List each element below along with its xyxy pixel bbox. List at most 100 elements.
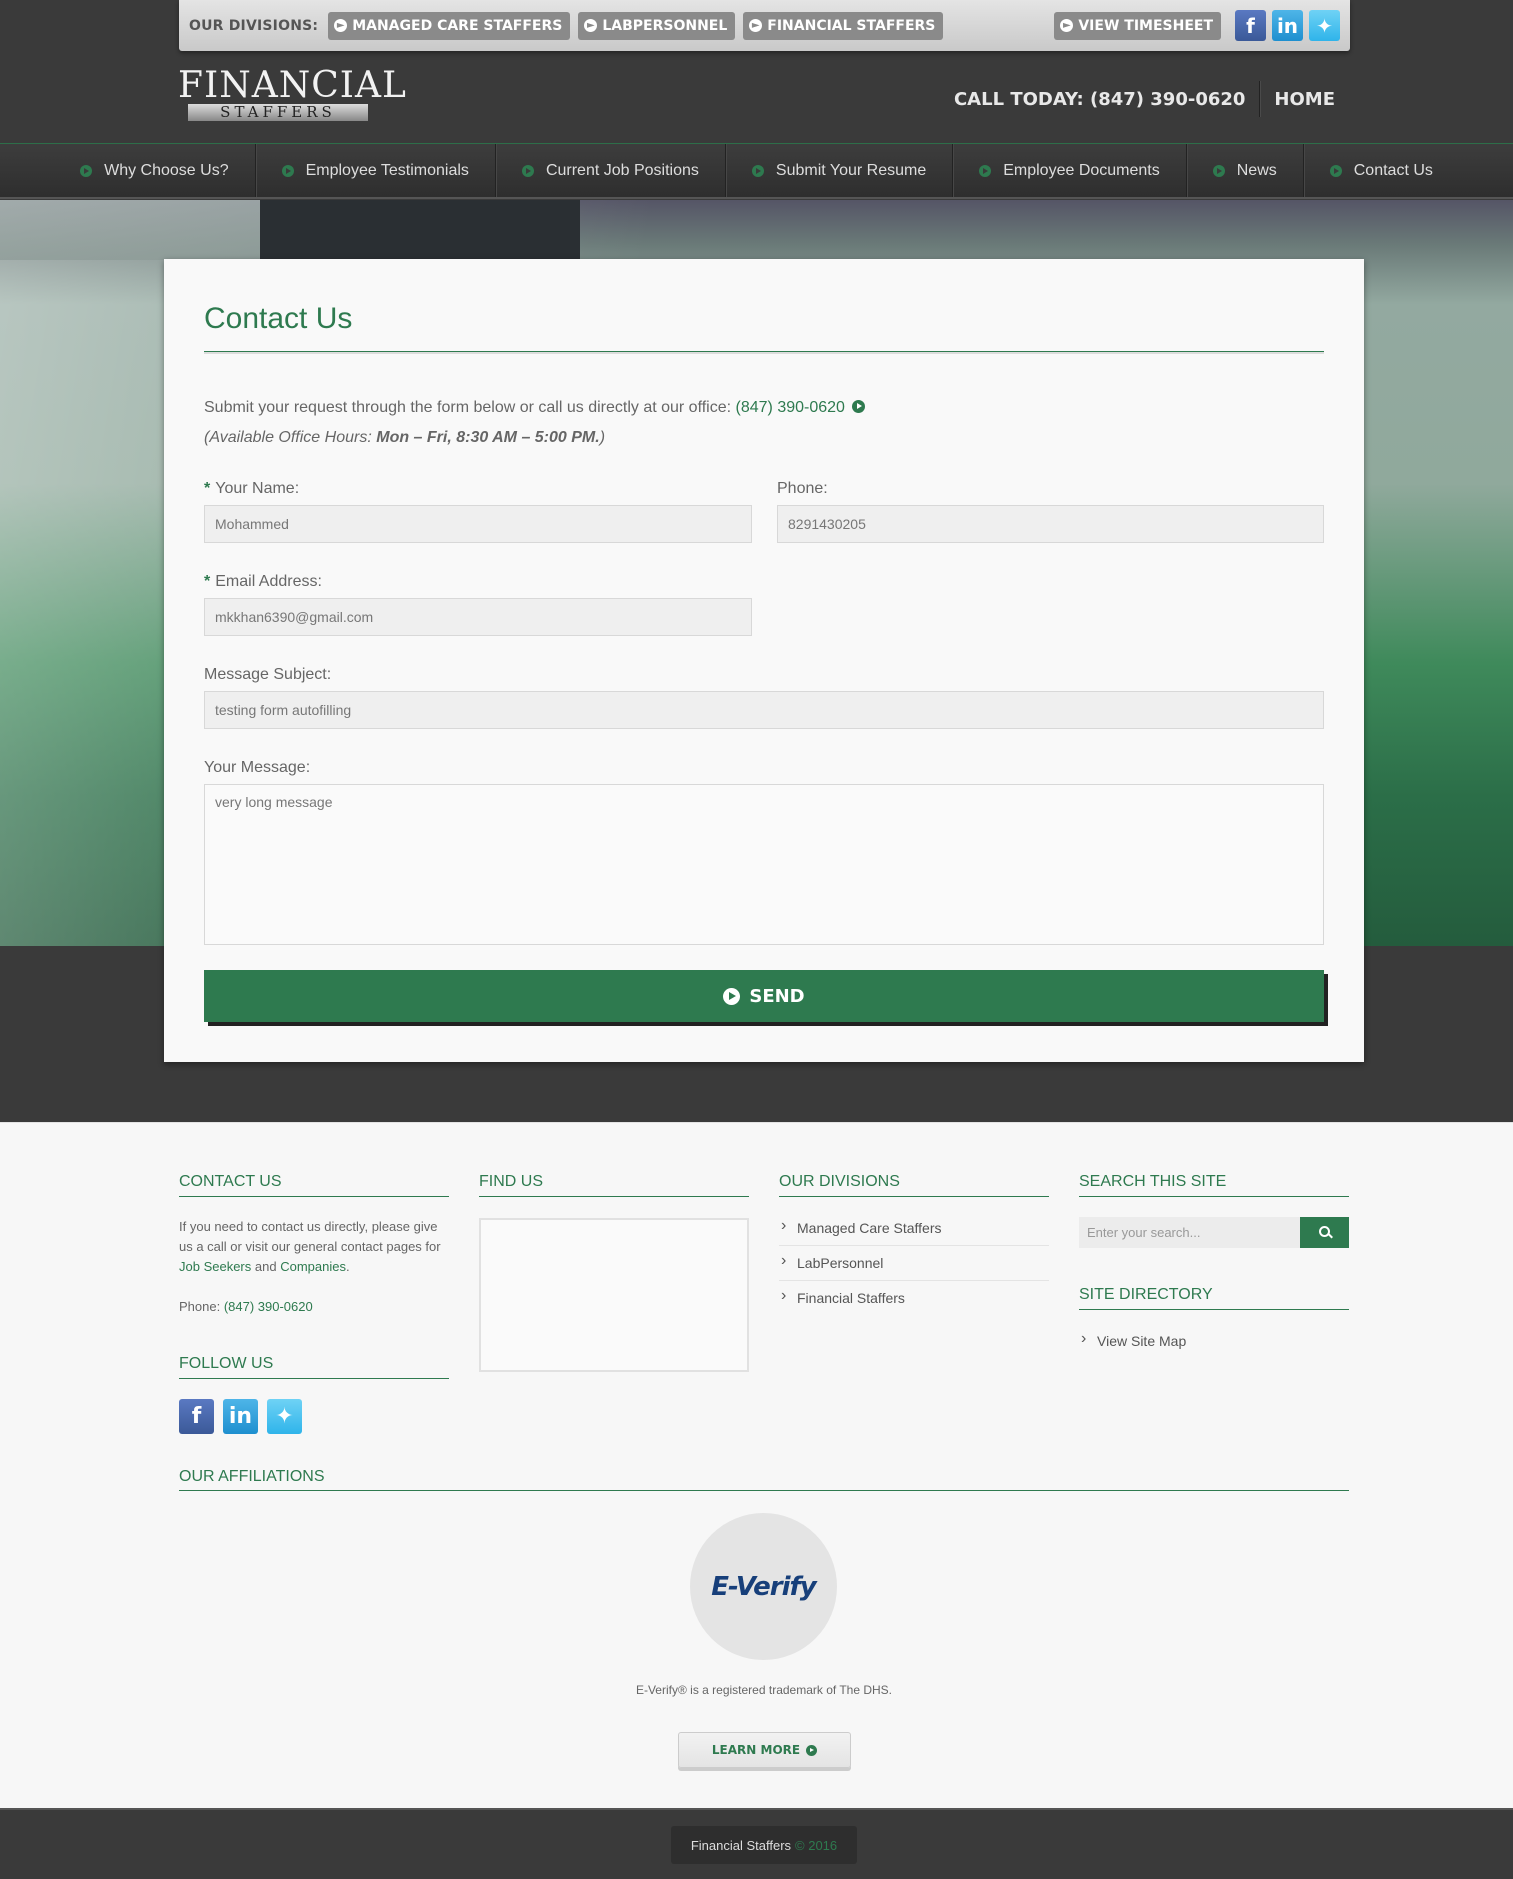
name-label: * Your Name:	[204, 480, 299, 498]
learn-more-button[interactable]: LEARN MORE	[678, 1732, 851, 1768]
phone-label: Phone:	[777, 480, 828, 497]
directory-list: View Site Map	[1079, 1324, 1349, 1358]
and-word: and	[254, 1259, 277, 1274]
site-footer: CONTACT US If you need to contact us dir…	[0, 1122, 1513, 1808]
send-button[interactable]: SEND	[204, 970, 1324, 1022]
division-label: MANAGED CARE STAFFERS	[352, 17, 563, 34]
division-label: FINANCIAL STAFFERS	[767, 17, 936, 34]
nav-label: Contact Us	[1353, 161, 1433, 179]
name-label-text: Your Name:	[215, 480, 300, 497]
message-label: Your Message:	[204, 759, 311, 776]
footer-contact-column: CONTACT US If you need to contact us dir…	[179, 1173, 449, 1434]
our-divisions-heading: OUR DIVISIONS	[779, 1173, 1049, 1197]
chevron-circle-icon	[979, 164, 992, 177]
affiliations-heading: OUR AFFILIATIONS	[179, 1468, 1349, 1491]
map-embed[interactable]	[479, 1218, 749, 1372]
phone-field[interactable]: 8291430205	[777, 505, 1324, 543]
list-item[interactable]: Financial Staffers	[779, 1281, 1049, 1315]
footer-search-column: SEARCH THIS SITE Enter your search... SI…	[1079, 1173, 1349, 1358]
facebook-icon[interactable]: f	[179, 1399, 214, 1434]
linkedin-icon[interactable]: in	[223, 1399, 258, 1434]
site-header: FINANCIAL STAFFERS CALL TODAY: (847) 390…	[0, 51, 1513, 143]
footer-phone: Phone: (847) 390-0620	[179, 1297, 449, 1317]
chevron-circle-icon	[281, 164, 294, 177]
site-logo[interactable]: FINANCIAL STAFFERS	[178, 65, 407, 121]
hours-value: Mon – Fri, 8:30 AM – 5:00 PM.	[376, 429, 600, 446]
everify-note: E-Verify® is a registered trademark of T…	[635, 1683, 893, 1697]
chevron-circle-icon	[751, 164, 764, 177]
footer-social-links: f in ✦	[179, 1399, 449, 1434]
division-managed-care-button[interactable]: ► MANAGED CARE STAFFERS	[328, 11, 571, 40]
division-financial-staffers-button[interactable]: ► FINANCIAL STAFFERS	[743, 11, 944, 40]
chevron-circle-icon	[852, 400, 866, 413]
call-today-text: CALL TODAY: (847) 390-0620	[953, 88, 1246, 110]
twitter-icon[interactable]: ✦	[267, 1399, 302, 1434]
name-field[interactable]: Mohammed	[204, 505, 752, 543]
nav-label: Current Job Positions	[545, 161, 699, 179]
view-site-map-link[interactable]: View Site Map	[1079, 1324, 1349, 1358]
contact-form-card: Contact Us Submit your request through t…	[164, 259, 1364, 1062]
logo-main-text: FINANCIAL	[178, 65, 407, 106]
main-nav: Why Choose Us? Employee Testimonials Cur…	[0, 143, 1513, 199]
nav-label: Employee Testimonials	[305, 161, 469, 179]
site-directory-heading: SITE DIRECTORY	[1079, 1286, 1349, 1310]
chevron-circle-icon	[723, 987, 741, 1005]
nav-item-why-choose-us[interactable]: Why Choose Us?	[54, 144, 256, 197]
nav-label: News	[1236, 161, 1277, 179]
footer-contact-heading: CONTACT US	[179, 1173, 449, 1197]
facebook-icon[interactable]: f	[1235, 10, 1266, 41]
nav-label: Submit Your Resume	[775, 161, 927, 179]
home-link[interactable]: HOME	[1274, 89, 1335, 110]
footer-find-column: FIND US	[479, 1173, 749, 1372]
chevron-circle-icon	[1329, 164, 1342, 177]
chevron-circle-icon: ►	[334, 19, 348, 32]
timesheet-label: VIEW TIMESHEET	[1078, 17, 1213, 34]
chevron-circle-icon: ►	[749, 19, 763, 32]
contact-sentence: If you need to contact us directly, plea…	[179, 1219, 441, 1254]
nav-item-current-job-positions[interactable]: Current Job Positions	[496, 144, 726, 197]
search-input[interactable]: Enter your search...	[1079, 1217, 1300, 1248]
message-textarea[interactable]: very long message	[204, 784, 1324, 945]
list-item[interactable]: Managed Care Staffers	[779, 1211, 1049, 1246]
subject-label: Message Subject:	[204, 666, 332, 683]
email-label-text: Email Address:	[215, 573, 322, 590]
nav-item-employee-documents[interactable]: Employee Documents	[953, 144, 1187, 197]
copyright-year: © 2016	[795, 1837, 838, 1853]
hours-prefix: (Available Office Hours:	[204, 429, 372, 446]
subject-field[interactable]: testing form autofilling	[204, 691, 1324, 729]
twitter-icon[interactable]: ✦	[1309, 10, 1340, 41]
division-label: LABPERSONNEL	[602, 17, 728, 34]
view-timesheet-button[interactable]: ► VIEW TIMESHEET	[1054, 11, 1221, 40]
office-hours: (Available Office Hours: Mon – Fri, 8:30…	[204, 429, 605, 447]
hours-suffix: )	[599, 429, 606, 446]
follow-us-heading: FOLLOW US	[179, 1355, 449, 1379]
title-divider	[204, 351, 1324, 354]
page-title: Contact Us	[204, 302, 353, 335]
search-icon[interactable]	[1300, 1217, 1349, 1248]
footer-phone-link[interactable]: (847) 390-0620	[224, 1299, 313, 1314]
nav-item-submit-resume[interactable]: Submit Your Resume	[726, 144, 954, 197]
footer-divisions-column: OUR DIVISIONS Managed Care Staffers LabP…	[779, 1173, 1049, 1315]
learn-more-label: LEARN MORE	[711, 1743, 801, 1757]
office-phone-link[interactable]: (847) 390-0620	[736, 399, 845, 416]
job-seekers-link[interactable]: Job Seekers	[179, 1259, 251, 1274]
everify-logo-text: E-Verify	[711, 1571, 817, 1602]
nav-item-news[interactable]: News	[1187, 144, 1304, 197]
copyright: Financial Staffers © 2016	[671, 1826, 857, 1864]
email-field[interactable]: mkkhan6390@gmail.com	[204, 598, 752, 636]
companies-link[interactable]: Companies	[280, 1259, 346, 1274]
chevron-circle-icon	[806, 1744, 818, 1756]
nav-label: Why Choose Us?	[104, 161, 229, 179]
required-mark: *	[204, 480, 211, 497]
chevron-circle-icon	[80, 164, 93, 177]
nav-item-contact-us[interactable]: Contact Us	[1304, 144, 1459, 197]
call-bar: CALL TODAY: (847) 390-0620 HOME	[954, 81, 1335, 117]
divisions-label: OUR DIVISIONS:	[189, 17, 319, 34]
division-labpersonnel-button[interactable]: ► LABPERSONNEL	[578, 11, 736, 40]
linkedin-icon[interactable]: in	[1272, 10, 1303, 41]
required-mark: *	[204, 573, 211, 590]
nav-item-employee-testimonials[interactable]: Employee Testimonials	[256, 144, 496, 197]
email-label: * Email Address:	[204, 573, 322, 591]
list-item[interactable]: LabPersonnel	[779, 1246, 1049, 1281]
chevron-circle-icon: ►	[584, 19, 598, 32]
